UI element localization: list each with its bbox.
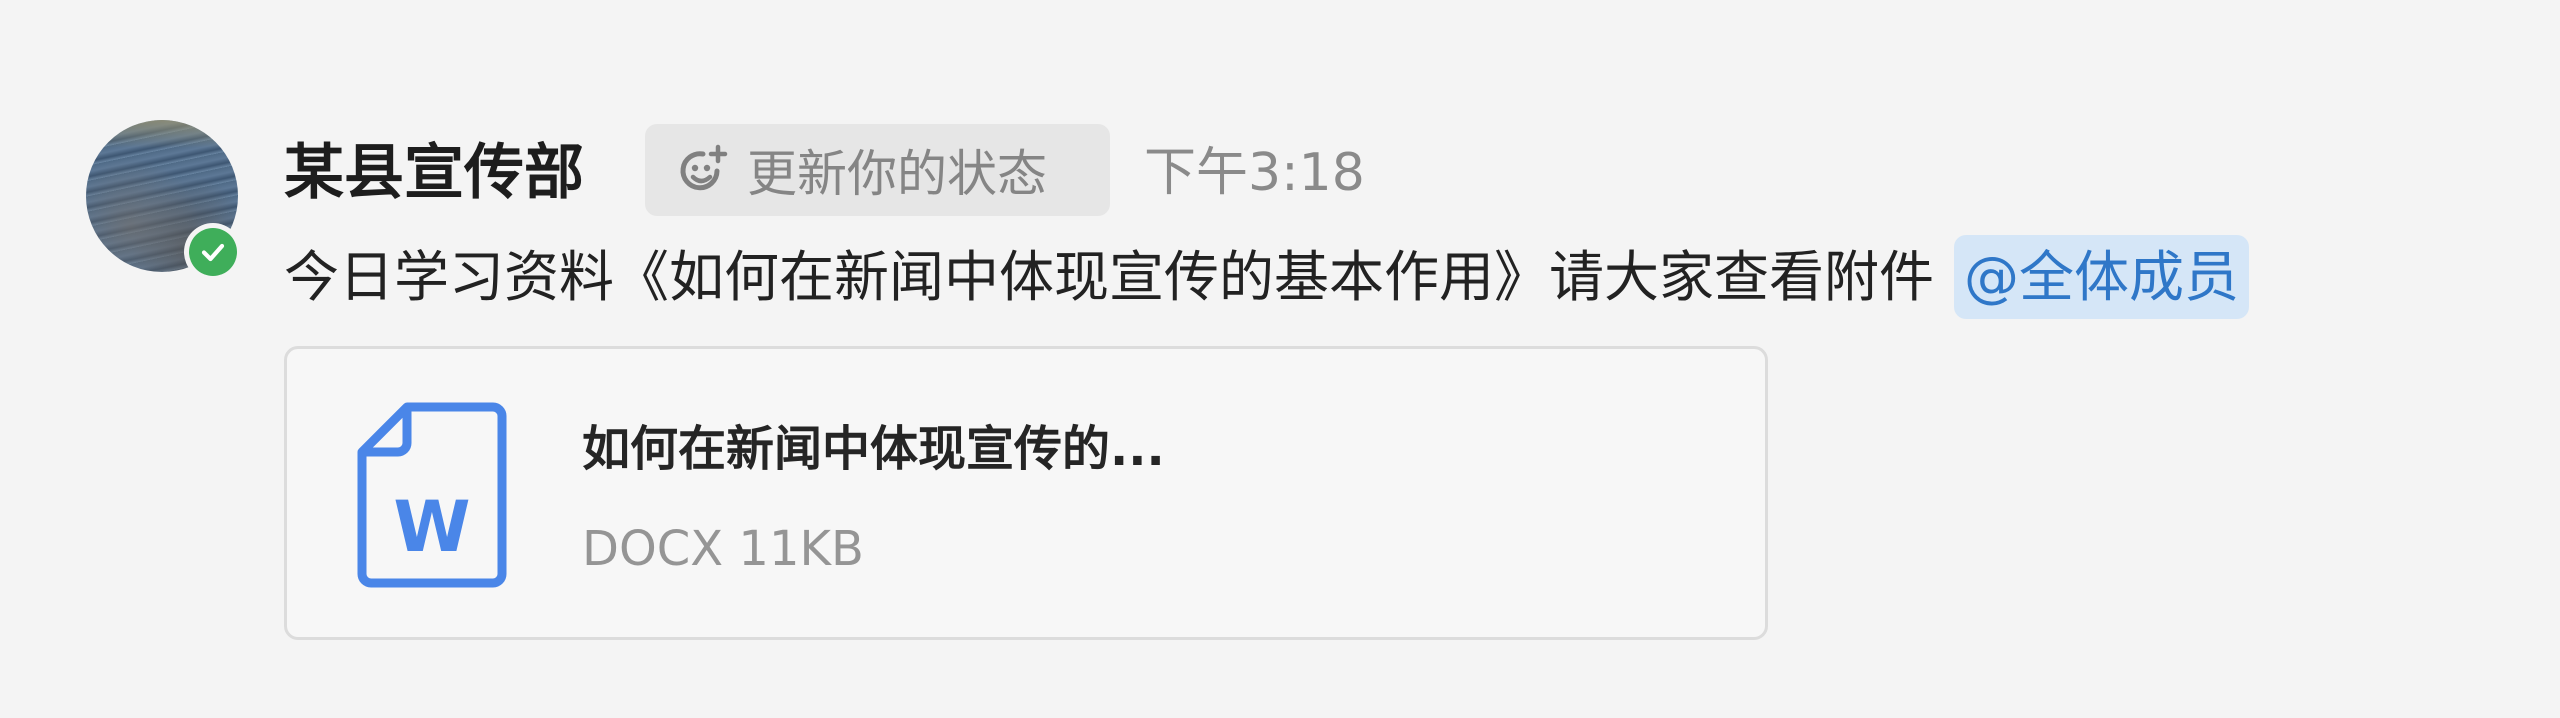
mention-all-members[interactable]: @全体成员: [1954, 235, 2250, 319]
message-timestamp: 下午3:18: [1144, 143, 1365, 203]
svg-text:W: W: [393, 486, 470, 568]
attachment-file-size: 11KB: [738, 521, 864, 577]
update-status-label: 更新你的状态: [747, 145, 1047, 203]
attachment-file-type: DOCX: [582, 521, 724, 577]
check-icon: [189, 228, 237, 276]
file-attachment-card[interactable]: W 如何在新闻中体现宣传的... DOCX 11KB: [284, 346, 1768, 640]
attachment-file-name: 如何在新闻中体现宣传的...: [582, 421, 1165, 477]
chat-message: 某县宣传部 更新你的状态 下午3:18 今日学习资料《如何在新闻中体现宣传的基本…: [0, 0, 2560, 718]
attachment-file-meta: DOCX 11KB: [582, 509, 864, 589]
sender-name[interactable]: 某县宣传部: [284, 128, 584, 218]
message-text: 今日学习资料《如何在新闻中体现宣传的基本作用》请大家查看附件: [284, 245, 1935, 309]
smiley-plus-icon: [673, 141, 731, 199]
message-body: 今日学习资料《如何在新闻中体现宣传的基本作用》请大家查看附件 @全体成员: [284, 232, 2250, 322]
online-status-badge: [184, 223, 242, 281]
update-status-button[interactable]: 更新你的状态: [645, 124, 1110, 216]
word-document-icon: W: [357, 401, 507, 589]
